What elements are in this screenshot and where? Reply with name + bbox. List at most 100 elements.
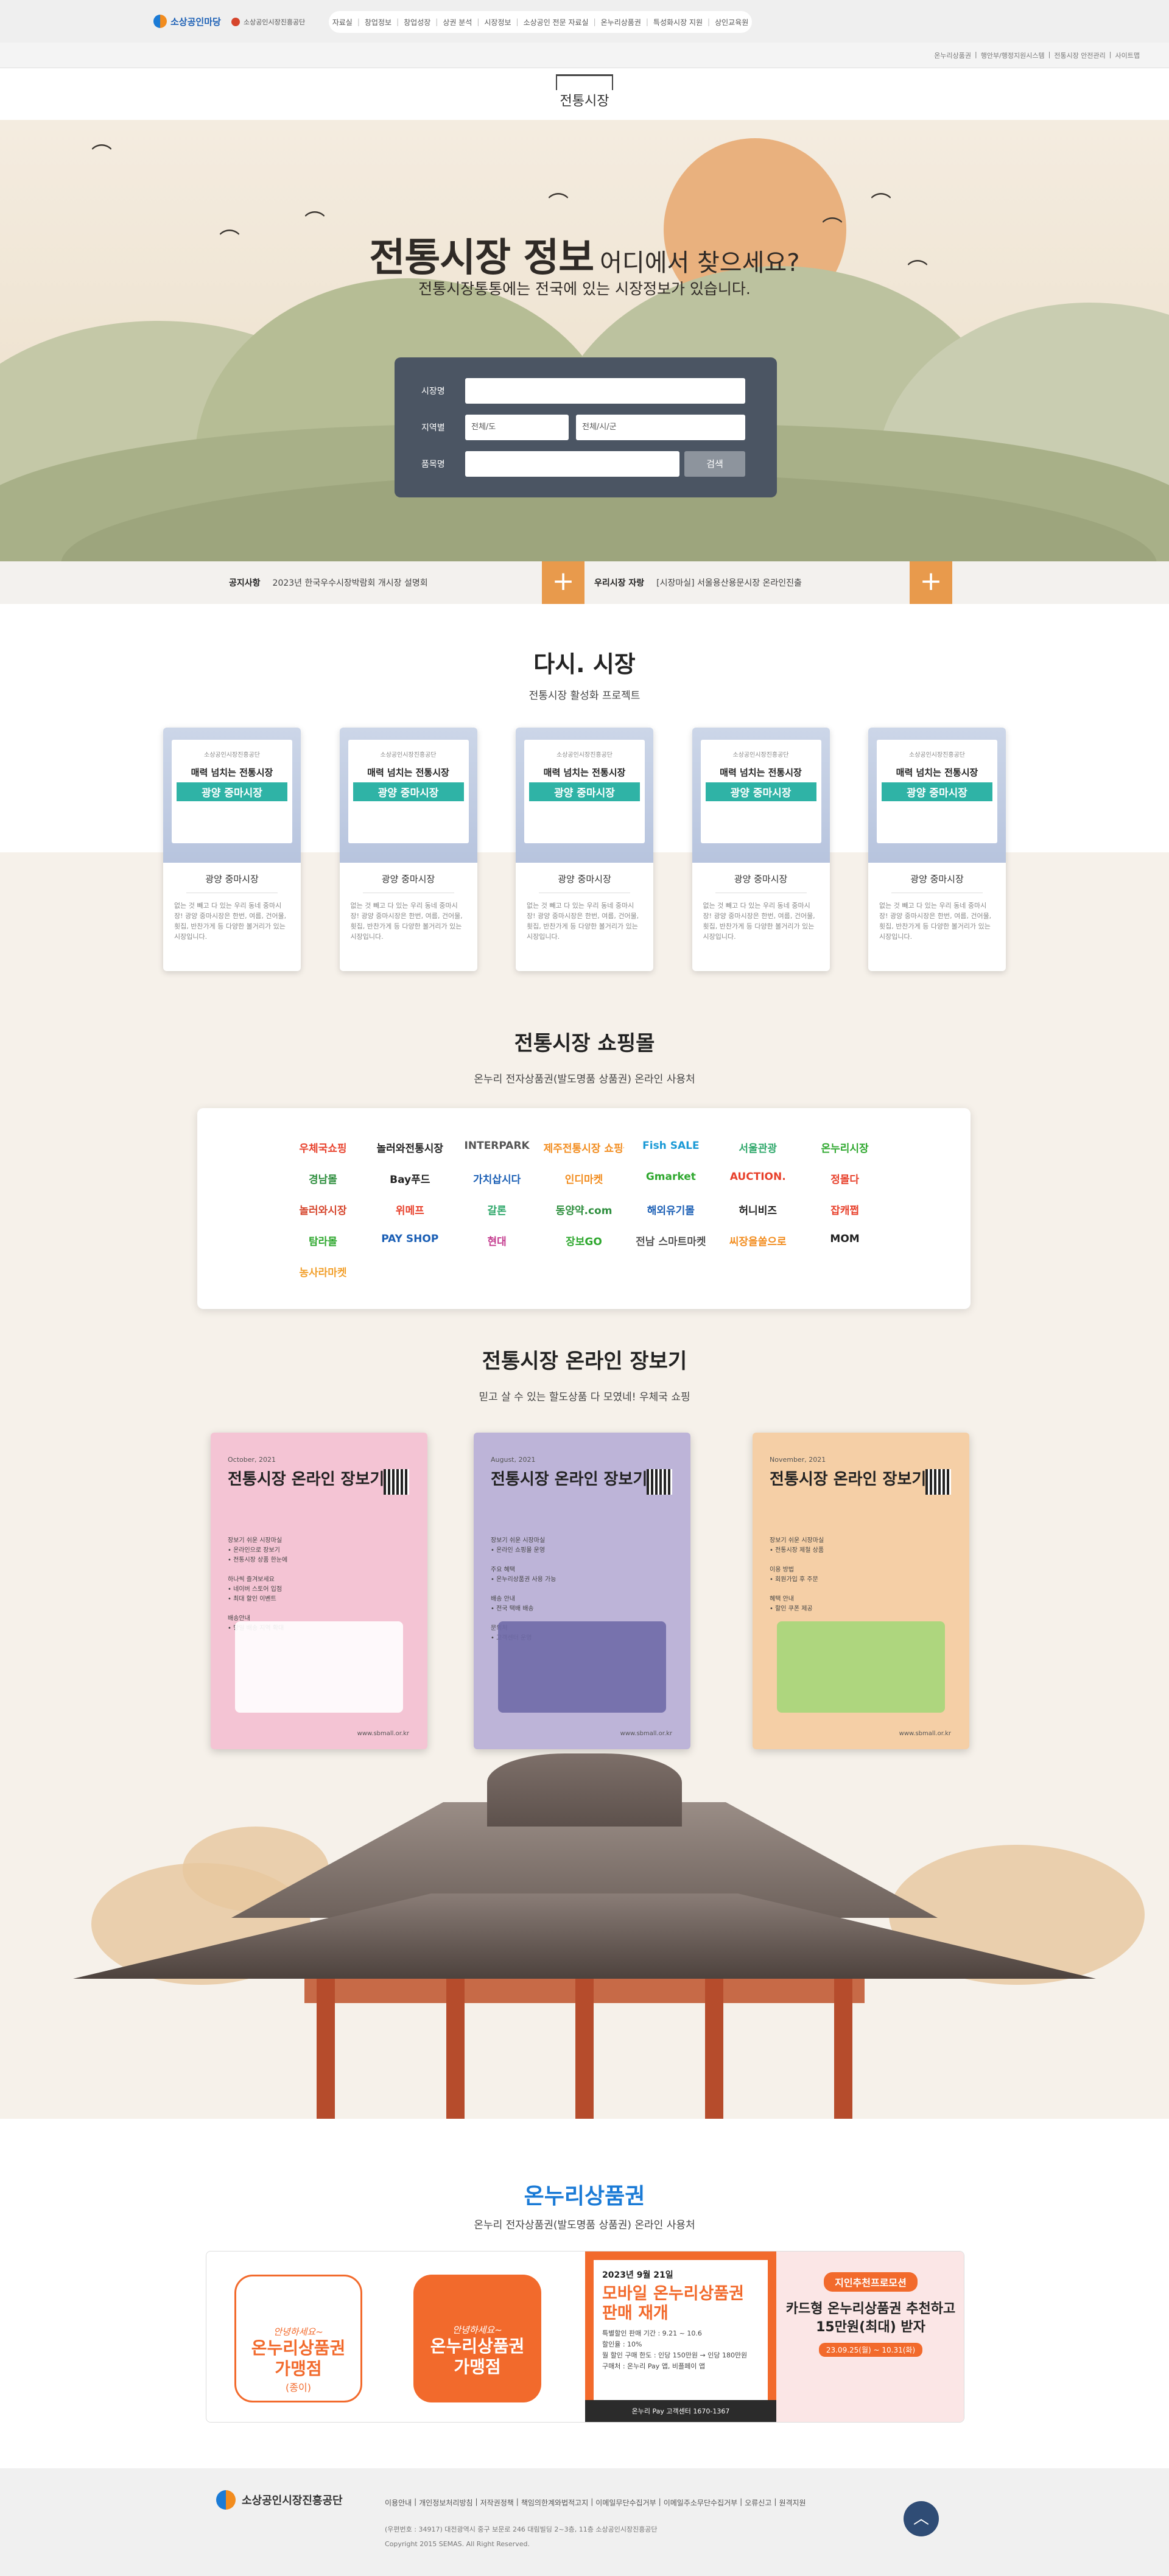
mall-logo-link[interactable]: 위메프: [370, 1202, 451, 1217]
mall-logo-link[interactable]: 해외유기몰: [630, 1202, 711, 1217]
org-logo-text: 소상공인시장진흥공단: [244, 18, 306, 26]
footer-link[interactable]: 책임의한계와법적고지: [521, 2497, 588, 2508]
mall-logo-link[interactable]: 제주전통시장 쇼핑몰: [544, 1140, 625, 1155]
market-card-name: 광양 중마시장: [205, 874, 259, 885]
scroll-to-top-button[interactable]: ︿: [904, 2501, 939, 2536]
market-card-name: 광양 중마시장: [734, 874, 788, 885]
org-logo[interactable]: 소상공인시장진흥공단: [231, 17, 305, 27]
mall-logo-link[interactable]: 우체국쇼핑: [283, 1140, 363, 1155]
footer-link[interactable]: 개인정보처리방침: [419, 2497, 472, 2508]
utility-link[interactable]: 온누리상품권: [934, 51, 971, 60]
footer-link[interactable]: 원격지원: [779, 2497, 806, 2508]
mall-logo-link[interactable]: PAY SHOP: [370, 1233, 451, 1248]
footer-link[interactable]: 저작권정책: [480, 2497, 514, 2508]
footer-links: 이용안내 | 개인정보처리방침 | 저작권정책 | 책임의한계와법적고지 | 이메일무단…: [385, 2497, 806, 2508]
mall-section-title: 전통시장 쇼핑몰: [514, 1031, 655, 1056]
market-pride-item[interactable]: 우리시장 자랑 [시장마실] 서울용산용문시장 온라인진출: [594, 577, 802, 589]
mall-logo-link[interactable]: 놀러와전통시장: [370, 1140, 451, 1155]
banner-date: 2023년 9월 21일: [602, 2270, 673, 2280]
utility-link[interactable]: 행안부/행정지원시스템: [981, 51, 1045, 60]
top-nav-link[interactable]: 상인교육원: [715, 17, 748, 27]
mall-logo-link[interactable]: 가치삽시다: [457, 1171, 538, 1186]
mall-logo-link[interactable]: 온누리시장: [804, 1140, 885, 1155]
mall-logo-link[interactable]: 동양약.com: [544, 1202, 625, 1217]
top-nav-link[interactable]: 창업정보: [365, 17, 391, 27]
mall-logo-link[interactable]: 인디마켓: [544, 1171, 625, 1186]
online-poster[interactable]: November, 2021 전통시장 온라인 장보기 장보기 쉬운 시장마실 …: [753, 1433, 969, 1749]
market-card[interactable]: 소상공인시장진흥공단 매력 넘치는 전통시장 광양 중마시장 광양 중마시장 없…: [516, 728, 653, 971]
mall-logo-link[interactable]: Fish SALE: [630, 1140, 711, 1155]
mobile-voucher-banner[interactable]: 2023년 9월 21일 모바일 온누리상품권 판매 재개 특별할인 판매 기간…: [585, 2251, 776, 2422]
footer-link[interactable]: 이메일주소무단수집거부: [664, 2497, 737, 2508]
market-thumbnail: 소상공인시장진흥공단 매력 넘치는 전통시장 광양 중마시장: [692, 728, 830, 863]
top-nav-link[interactable]: 소상공인 전문 자료실: [524, 17, 589, 27]
mall-logo-link[interactable]: MOM: [804, 1233, 885, 1248]
poster-url: www.sbmall.or.kr: [899, 1730, 951, 1737]
market-card[interactable]: 소상공인시장진흥공단 매력 넘치는 전통시장 광양 중마시장 광양 중마시장 없…: [163, 728, 301, 971]
mall-logo-link[interactable]: 전남 스마트마켓: [630, 1233, 711, 1248]
mall-logo-link[interactable]: 탐라몰: [283, 1233, 363, 1248]
mall-logo-link[interactable]: 갈론: [457, 1202, 538, 1217]
top-nav-link[interactable]: 온누리상품권: [601, 17, 641, 27]
market-pride-more-button[interactable]: +: [910, 561, 952, 604]
mall-logo-link[interactable]: Gmarket: [630, 1171, 711, 1186]
poster-illustration: [235, 1621, 403, 1713]
poster-market-name: 광양 중마시장: [353, 782, 464, 801]
market-cards: 소상공인시장진흥공단 매력 넘치는 전통시장 광양 중마시장 광양 중마시장 없…: [163, 728, 1006, 971]
mall-logo-link[interactable]: INTERPARK: [457, 1140, 538, 1155]
mall-logo-link[interactable]: 서울관광: [717, 1140, 798, 1155]
top-nav-link[interactable]: 시장정보: [484, 17, 511, 27]
market-card[interactable]: 소상공인시장진흥공단 매력 넘치는 전통시장 광양 중마시장 광양 중마시장 없…: [692, 728, 830, 971]
mall-logo-link[interactable]: 잡캐쩝: [804, 1202, 885, 1217]
item-input[interactable]: [465, 451, 679, 477]
bird-icon: ⌒: [91, 143, 112, 167]
online-poster[interactable]: October, 2021 전통시장 온라인 장보기 장보기 쉬운 시장마실 •…: [211, 1433, 427, 1749]
market-card[interactable]: 소상공인시장진흥공단 매력 넘치는 전통시장 광양 중마시장 광양 중마시장 없…: [868, 728, 1006, 971]
mall-logo-link[interactable]: 농사라마켓: [283, 1264, 363, 1279]
province-select[interactable]: 전체/도: [465, 415, 569, 440]
utility-link[interactable]: 사이트맵: [1115, 51, 1140, 60]
referral-promo-banner[interactable]: 지인추천프로모션 카드형 온누리상품권 추천하고 15만원(최대) 받자 23.…: [776, 2251, 964, 2422]
brand-logo[interactable]: 전통시장: [553, 74, 616, 116]
notice-item[interactable]: 공지사항 2023년 한국우수시장박람회 개시장 설명회: [229, 577, 428, 589]
market-pride-text: [시장마실] 서울용산용문시장 온라인진출: [656, 578, 802, 588]
site-logo[interactable]: 소상공인마당: [153, 15, 221, 28]
mall-logo-link[interactable]: 허니비즈: [717, 1202, 798, 1217]
footer-link[interactable]: 이메일무단수집거부: [595, 2497, 656, 2508]
market-name-input[interactable]: [465, 378, 745, 404]
market-card[interactable]: 소상공인시장진흥공단 매력 넘치는 전통시장 광양 중마시장 광양 중마시장 없…: [339, 728, 477, 971]
mall-logo-link[interactable]: Bay푸드: [370, 1171, 451, 1186]
market-card-desc: 없는 것 빼고 다 있는 우리 동네 중마시장! 광양 중마시장은 한번, 여름…: [350, 902, 463, 941]
mall-logo-link[interactable]: 정몰다: [804, 1171, 885, 1186]
markets-section-subtitle: 전통시장 활성화 프로젝트: [528, 690, 641, 702]
paper-voucher-store-tag[interactable]: 안녕하세요~ 온누리상품권 가맹점 (종이): [234, 2275, 362, 2402]
top-nav-link[interactable]: 상권 분석: [443, 17, 472, 27]
online-poster[interactable]: August, 2021 전통시장 온라인 장보기 장보기 쉬운 시장마실 • …: [474, 1433, 690, 1749]
onnuri-panel: 안녕하세요~ 온누리상품권 가맹점 (종이) 안녕하세요~ 온누리상품권 가맹점…: [206, 2251, 964, 2423]
digital-voucher-store-tag[interactable]: 안녕하세요~ 온누리상품권 가맹점: [413, 2275, 541, 2402]
search-button[interactable]: 검색: [684, 451, 745, 477]
footer-link[interactable]: 이용안내: [385, 2497, 412, 2508]
top-nav-link[interactable]: 특성화시장 지원: [653, 17, 703, 27]
top-nav-link[interactable]: 창업성장: [404, 17, 430, 27]
mall-logo-link[interactable]: 놀러와시장: [283, 1202, 363, 1217]
poster-org: 소상공인시장진흥공단: [380, 752, 437, 759]
footer-link[interactable]: 오류신고: [745, 2497, 771, 2508]
market-card-desc: 없는 것 빼고 다 있는 우리 동네 중마시장! 광양 중마시장은 한번, 여름…: [879, 902, 992, 941]
footer-logo[interactable]: 소상공인시장진흥공단: [216, 2490, 343, 2510]
utility-links: 온누리상품권 | 행안부/행정지원시스템 | 전통시장 안전관리 | 사이트맵: [934, 51, 1140, 60]
logo-text: 소상공인마당: [170, 16, 221, 27]
poster-body: 장보기 쉬운 시장마실 • 온라인으로 장보기 • 전통시장 상품 한눈에 하나…: [228, 1537, 288, 1632]
notice-more-button[interactable]: +: [542, 561, 584, 604]
bird-icon: ⌒: [871, 192, 891, 216]
city-select[interactable]: 전체/시/군: [576, 415, 745, 440]
mall-logo-link[interactable]: 씨장을쏠으로: [717, 1233, 798, 1248]
hero-title: 전통시장 정보 어디에서 찾으세요?: [0, 226, 1169, 283]
mall-logo-link[interactable]: 현대: [457, 1233, 538, 1248]
mall-logo-link[interactable]: 장보GO: [544, 1233, 625, 1248]
poster-date: October, 2021: [228, 1456, 276, 1464]
mall-logo-link[interactable]: 경남몰: [283, 1171, 363, 1186]
mall-logo-link[interactable]: AUCTION.: [717, 1171, 798, 1186]
utility-link[interactable]: 전통시장 안전관리: [1054, 51, 1105, 60]
top-nav-link[interactable]: 자료실: [332, 17, 353, 27]
